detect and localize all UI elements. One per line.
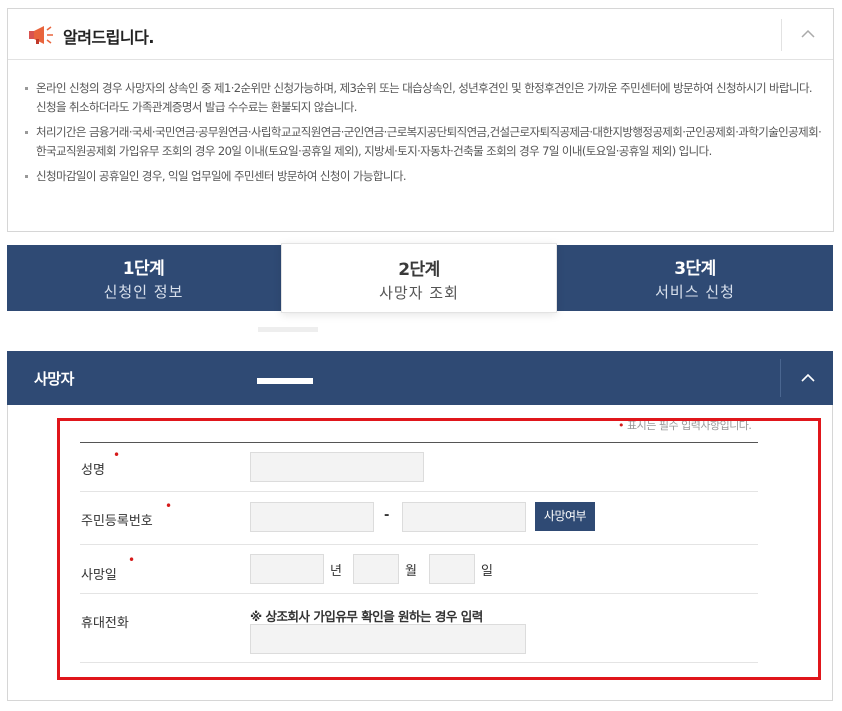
step-number: 3단계 [674,259,716,279]
required-dot: • [165,499,173,513]
step-1: 1단계 신청인 정보 [7,245,280,311]
form-top-border [80,442,758,443]
phone-label: 휴대전화 [81,616,129,631]
required-dot: • [113,448,121,462]
day-unit: 일 [481,564,493,579]
divider [780,359,781,397]
notice-item: 온라인 신청의 경우 사망자의 상속인 중 제1·2순위만 신청가능하며, 제3… [25,79,825,117]
megaphone-icon [29,26,53,44]
notice-box: 알려드립니다. 온라인 신청의 경우 사망자의 상속인 중 제1·2순위만 신청… [7,8,834,232]
death-month-input[interactable] [353,554,399,584]
name-label-text: 성명 [81,463,105,478]
phone-hint: ※ 상조회사 가입유무 확인을 원하는 경우 입력 [250,609,483,624]
step-number: 1단계 [122,259,165,279]
notice-item: 처리기간은 금융거래·국세·국민연금·공무원연금·사립학교교직원연금·군인연금·… [25,123,825,161]
phone-input[interactable] [250,624,526,654]
step-number: 2단계 [398,260,440,280]
redaction-bar [257,378,313,384]
step-label: 사망자 조회 [379,284,459,302]
death-date-label-text: 사망일 [81,568,117,583]
chevron-up-icon[interactable] [793,363,823,393]
step-label: 신청인 정보 [103,283,184,301]
name-input[interactable] [250,452,424,482]
row-divider [80,491,758,492]
rrn-separator: - [384,508,390,523]
required-note: • 표시는 필수 입력사항입니다. [618,417,752,433]
step-2-active: 2단계 사망자 조회 [281,243,557,313]
step-3: 3단계 서비스 신청 [557,245,833,311]
death-day-input[interactable] [429,554,475,584]
month-unit: 월 [405,564,417,579]
required-dot: • [618,419,625,432]
death-date-label: 사망일 • [81,553,135,583]
row-divider [80,544,758,545]
death-year-input[interactable] [250,554,324,584]
row-divider [80,662,758,663]
rrn-front-input[interactable] [250,502,374,532]
step-label: 서비스 신청 [655,283,735,301]
rrn-label-text: 주민등록번호 [81,514,153,529]
divider [781,19,782,51]
panel-title: 사망자 [34,370,74,388]
notice-title: 알려드립니다. [63,28,154,47]
required-note-text: 표시는 필수 입력사항입니다. [627,419,752,432]
name-label: 성명 • [81,448,120,478]
required-dot: • [128,553,136,567]
rrn-back-input[interactable] [402,502,526,532]
divider [258,327,318,332]
notice-header[interactable]: 알려드립니다. [8,9,833,60]
notice-list: 온라인 신청의 경우 사망자의 상속인 중 제1·2순위만 신청가능하며, 제3… [25,79,825,192]
death-check-button[interactable]: 사망여부 [535,502,595,531]
rrn-label: 주민등록번호 • [81,499,172,529]
deceased-panel-header[interactable]: 사망자 [7,351,833,405]
year-unit: 년 [330,564,342,579]
row-divider [80,593,758,594]
notice-item: 신청마감일이 공휴일인 경우, 익일 업무일에 주민센터 방문하여 신청이 가능… [25,167,825,186]
chevron-up-icon[interactable] [793,22,823,48]
